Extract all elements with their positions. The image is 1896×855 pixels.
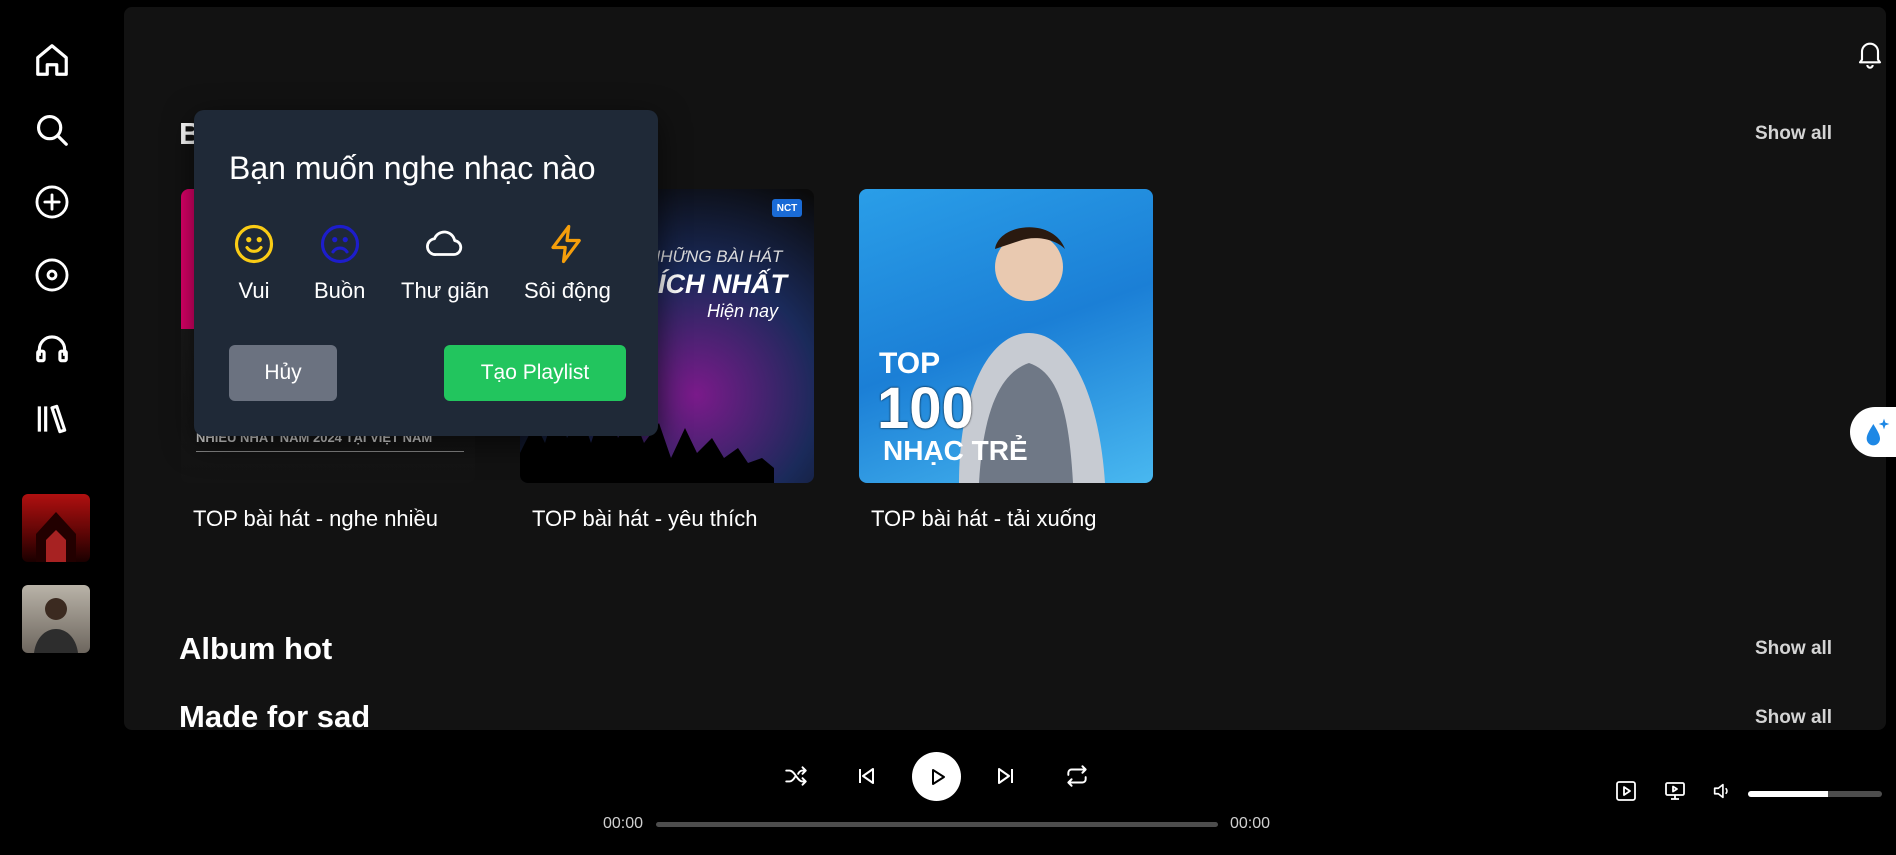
lightning-icon xyxy=(545,222,589,266)
cover-line-2: ÍCH NHẤT xyxy=(658,269,787,299)
library-icon[interactable] xyxy=(26,393,78,445)
previous-icon[interactable] xyxy=(846,756,886,796)
home-icon[interactable] xyxy=(26,34,78,86)
section-title-album-hot: Album hot xyxy=(179,631,333,666)
cover-number: 100 xyxy=(877,376,974,441)
now-playing-view-icon[interactable] xyxy=(1608,773,1644,809)
disc-icon[interactable] xyxy=(26,249,78,301)
show-all-made-for-sad[interactable]: Show all xyxy=(1755,707,1832,729)
search-icon[interactable] xyxy=(26,104,78,156)
cancel-button[interactable]: Hủy xyxy=(229,345,337,401)
connect-device-icon[interactable] xyxy=(1657,773,1693,809)
current-time: 00:00 xyxy=(603,815,644,832)
cover-line-1: NHỮNG BÀI HÁT xyxy=(648,247,783,266)
mood-option-sad[interactable]: Buồn xyxy=(314,222,365,304)
next-icon[interactable] xyxy=(986,756,1026,796)
play-button[interactable] xyxy=(912,752,961,801)
show-all-top-songs[interactable]: Show all xyxy=(1755,123,1832,145)
card-title: TOP bài hát - tải xuống xyxy=(871,506,1097,531)
cover-subtitle: NHẠC TRẺ xyxy=(883,435,1028,466)
cloud-icon xyxy=(423,222,467,266)
smile-icon xyxy=(232,222,276,266)
show-all-album-hot[interactable]: Show all xyxy=(1755,638,1832,660)
mood-option-happy[interactable]: Vui xyxy=(232,222,276,304)
mood-option-relax[interactable]: Thư giãn xyxy=(401,222,489,304)
mood-label: Thư giãn xyxy=(401,278,490,303)
mood-label: Buồn xyxy=(314,278,366,303)
recent-playlist-thumbnail[interactable] xyxy=(22,494,90,562)
sad-icon xyxy=(318,222,362,266)
bell-icon[interactable] xyxy=(1852,33,1886,73)
mood-playlist-dialog: Bạn muốn nghe nhạc nào Vui Buồn Thư giãn… xyxy=(194,110,658,436)
headphones-icon[interactable] xyxy=(26,322,78,374)
volume-icon[interactable] xyxy=(1704,773,1740,809)
mood-label: Vui xyxy=(238,278,270,303)
card-cover: TOP 100 NHẠC TRẺ xyxy=(859,189,1153,483)
repeat-icon[interactable] xyxy=(1057,756,1097,796)
progress-bar[interactable] xyxy=(656,822,1218,827)
volume-slider[interactable] xyxy=(1748,791,1882,797)
create-playlist-button[interactable]: Tạo Playlist xyxy=(444,345,626,401)
total-time: 00:00 xyxy=(1230,815,1271,832)
dialog-title: Bạn muốn nghe nhạc nào xyxy=(229,150,596,186)
volume-level xyxy=(1748,791,1829,797)
ai-sparkle-button[interactable] xyxy=(1850,407,1896,457)
section-title-made-for-sad: Made for sad xyxy=(179,699,371,734)
shuffle-icon[interactable] xyxy=(776,756,816,796)
sidebar xyxy=(0,0,104,735)
add-circle-icon[interactable] xyxy=(26,176,78,228)
mood-option-energetic[interactable]: Sôi động xyxy=(524,222,611,304)
card-title: TOP bài hát - nghe nhiều xyxy=(193,506,439,531)
card-top-downloaded[interactable]: TOP 100 NHẠC TRẺ TOP bài hát - tải xuống xyxy=(859,189,1153,532)
card-title: TOP bài hát - yêu thích xyxy=(532,506,758,531)
cover-line-3: Hiện nay xyxy=(707,301,779,321)
nct-badge: NCT xyxy=(772,199,802,217)
recent-artist-thumbnail[interactable] xyxy=(22,585,90,653)
mood-label: Sôi động xyxy=(524,278,611,303)
